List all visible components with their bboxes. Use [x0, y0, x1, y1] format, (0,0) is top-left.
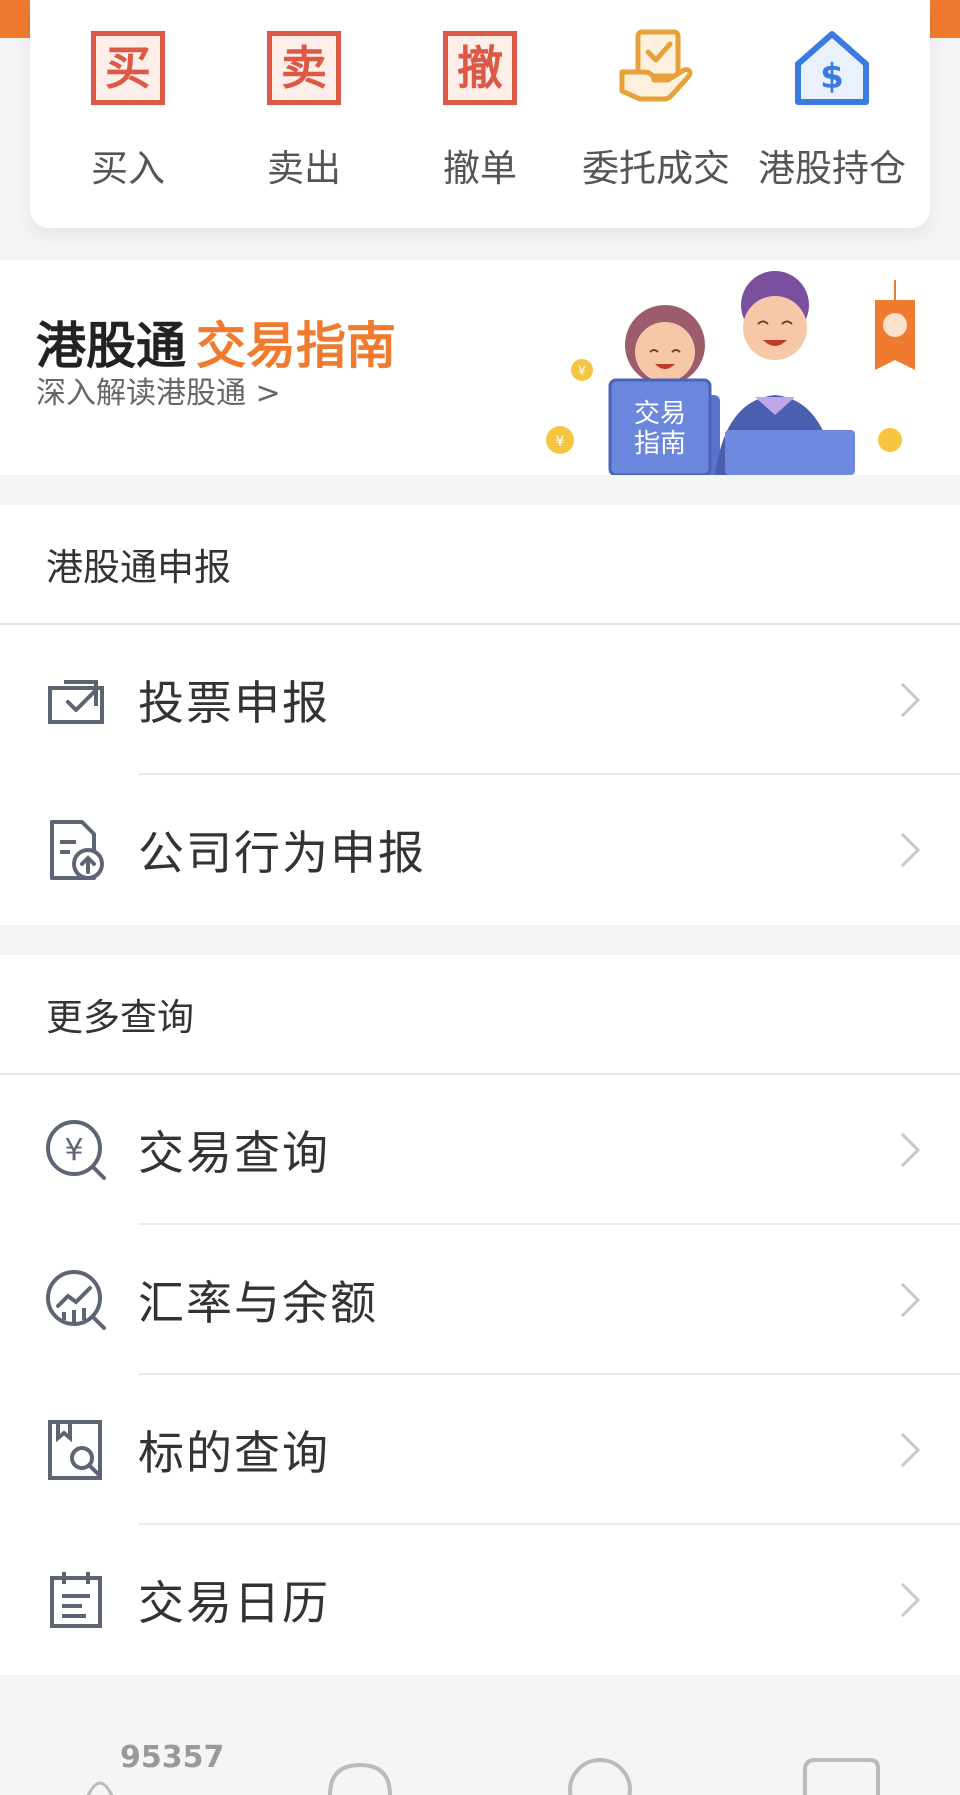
chevron-right-icon: [900, 1432, 921, 1468]
banner-board-line1: 交易: [634, 399, 686, 429]
more-queries-section: 更多查询 ¥ 交易查询 汇率与余额 标的查询 交易日历: [0, 955, 960, 1675]
chevron-right-icon: [900, 832, 921, 868]
vote-ballot-icon: [44, 668, 108, 732]
buy-label: 买入: [91, 147, 165, 190]
trading-guide-banner[interactable]: 港股通 交易指南 深入解读港股通 > ¥ ¥ 交易 指南: [0, 260, 960, 475]
cancel-order-button[interactable]: 撤 撤单: [392, 28, 568, 228]
section-title: 更多查询: [0, 955, 960, 1075]
banner-illustration: ¥ ¥ 交易 指南: [546, 271, 915, 475]
hotline-number[interactable]: 95357: [120, 1740, 224, 1775]
banner-subtitle: 深入解读港股通 >: [36, 376, 281, 411]
chevron-right-icon: [900, 1582, 921, 1618]
underlying-query-row[interactable]: 标的查询: [0, 1375, 960, 1525]
svg-text:¥: ¥: [578, 364, 586, 378]
bottom-nav: 95357: [0, 1740, 960, 1795]
sell-label: 卖出: [267, 147, 341, 190]
chevron-right-icon: [900, 1132, 921, 1168]
exchange-rate-balance-row[interactable]: 汇率与余额: [0, 1225, 960, 1375]
calendar-icon: [44, 1568, 108, 1632]
svg-text:$: $: [820, 57, 844, 97]
chart-search-icon: [44, 1268, 108, 1332]
yuan-search-icon: ¥: [44, 1118, 108, 1182]
hk-holdings-label: 港股持仓: [758, 147, 906, 190]
hk-holdings-house-icon: $: [792, 28, 872, 108]
sell-stamp-icon: 卖: [264, 28, 344, 108]
cancel-order-stamp-icon: 撤: [440, 28, 520, 108]
section-title: 港股通申报: [0, 505, 960, 625]
buy-button[interactable]: 买 买入: [40, 28, 216, 228]
order-deal-icon: [616, 28, 696, 108]
bookmark-search-icon: [44, 1418, 108, 1482]
chevron-right-icon: >: [255, 376, 281, 411]
document-upload-icon: [44, 818, 108, 882]
message-icon[interactable]: [800, 1755, 880, 1795]
sell-button[interactable]: 卖 卖出: [216, 28, 392, 228]
service-icon[interactable]: [325, 1755, 395, 1795]
svg-text:¥: ¥: [64, 1133, 83, 1168]
corporate-action-declaration-row[interactable]: 公司行为申报: [0, 775, 960, 925]
cancel-order-label: 撤单: [443, 147, 517, 190]
order-deal-label: 委托成交: [582, 147, 730, 190]
vote-declaration-row[interactable]: 投票申报: [0, 625, 960, 775]
hk-holdings-button[interactable]: $ 港股持仓: [744, 28, 920, 228]
hk-connect-declaration-section: 港股通申报 投票申报 公司行为申报: [0, 505, 960, 925]
header-bg-left: [0, 0, 30, 38]
order-deal-button[interactable]: 委托成交: [568, 28, 744, 228]
trading-calendar-row[interactable]: 交易日历: [0, 1525, 960, 1675]
buy-stamp-icon: 买: [88, 28, 168, 108]
location-icon[interactable]: [565, 1755, 635, 1795]
trade-query-row[interactable]: ¥ 交易查询: [0, 1075, 960, 1225]
phone-icon: [86, 1781, 114, 1795]
banner-board-line2: 指南: [634, 429, 686, 459]
chevron-right-icon: [900, 1282, 921, 1318]
chevron-right-icon: [900, 682, 921, 718]
header-bg-right: [930, 0, 960, 38]
svg-text:¥: ¥: [556, 434, 565, 450]
quick-actions-card: 买 买入 卖 卖出 撤 撤单 委托成交 $ 港股持仓: [30, 0, 930, 228]
